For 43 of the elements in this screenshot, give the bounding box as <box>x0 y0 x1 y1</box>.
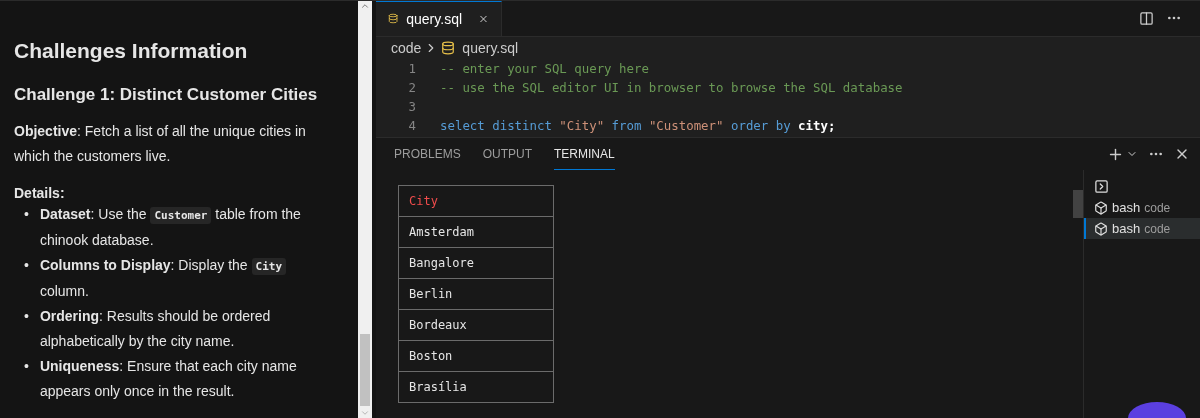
detail-item: Dataset: Use the Customer table from the chinook database. <box>39 205 302 250</box>
breadcrumb-item[interactable]: code <box>391 39 422 56</box>
table-cell: Brasília <box>398 371 554 403</box>
code-line: -- use the SQL editor UI in browser to browse the SQL database <box>440 80 903 95</box>
detail-item: Ordering: Results should be ordered alphabetically by the city name. <box>39 307 272 351</box>
details-label: Details: <box>14 185 66 201</box>
panel-tab[interactable]: TERMINAL <box>554 138 615 170</box>
editor-tab[interactable]: query.sql <box>376 1 502 36</box>
table-cell: Bordeaux <box>398 309 554 341</box>
table-cell: Boston <box>398 340 554 372</box>
code-line: -- enter your SQL query here <box>440 61 649 76</box>
line-number: 2 <box>407 80 417 95</box>
table-cell: Amsterdam <box>398 216 554 248</box>
line-number: 4 <box>407 118 417 133</box>
bullet: • <box>24 357 29 376</box>
cube-icon <box>1094 221 1108 236</box>
split-editor-icon[interactable] <box>1139 10 1154 26</box>
table-cell: Berlin <box>398 278 554 310</box>
panel-tab[interactable]: OUTPUT <box>482 138 533 170</box>
detail-item: Columns to Display: Display the City column. <box>39 253 328 304</box>
table-header: City <box>398 185 554 217</box>
breadcrumb-item[interactable]: query.sql <box>462 39 519 56</box>
database-icon <box>441 40 456 55</box>
bullet: • <box>24 307 29 326</box>
challenge-title: Challenge 1: Distinct Customer Cities <box>14 85 319 105</box>
bullet: • <box>24 205 29 224</box>
table-cell: Bangalore <box>398 247 554 279</box>
page-title: Challenges Information <box>14 39 249 63</box>
scrollbar-thumb[interactable] <box>360 334 370 406</box>
scroll-up-icon[interactable] <box>360 1 370 11</box>
cube-icon <box>1094 200 1108 215</box>
detail-item: Uniqueness: Ensure that each city name appears only once in the result. <box>39 357 298 401</box>
terminal-item[interactable]: bash code <box>1084 218 1200 239</box>
terminal-item[interactable]: bash code <box>1084 197 1200 218</box>
bullet: • <box>24 256 29 275</box>
code-line: select distinct "City" from "Customer" order by city; <box>440 118 836 133</box>
scrollbar-thumb[interactable] <box>1073 190 1083 218</box>
line-number: 3 <box>407 99 417 114</box>
terminal-icon[interactable] <box>1094 178 1109 194</box>
line-number: 1 <box>407 61 417 76</box>
scrollbar[interactable] <box>358 1 372 418</box>
objective-text: Objective: Fetch a list of all the unique cities in which the customers live. <box>14 122 307 166</box>
panel-tab[interactable]: PROBLEMS <box>394 138 461 170</box>
